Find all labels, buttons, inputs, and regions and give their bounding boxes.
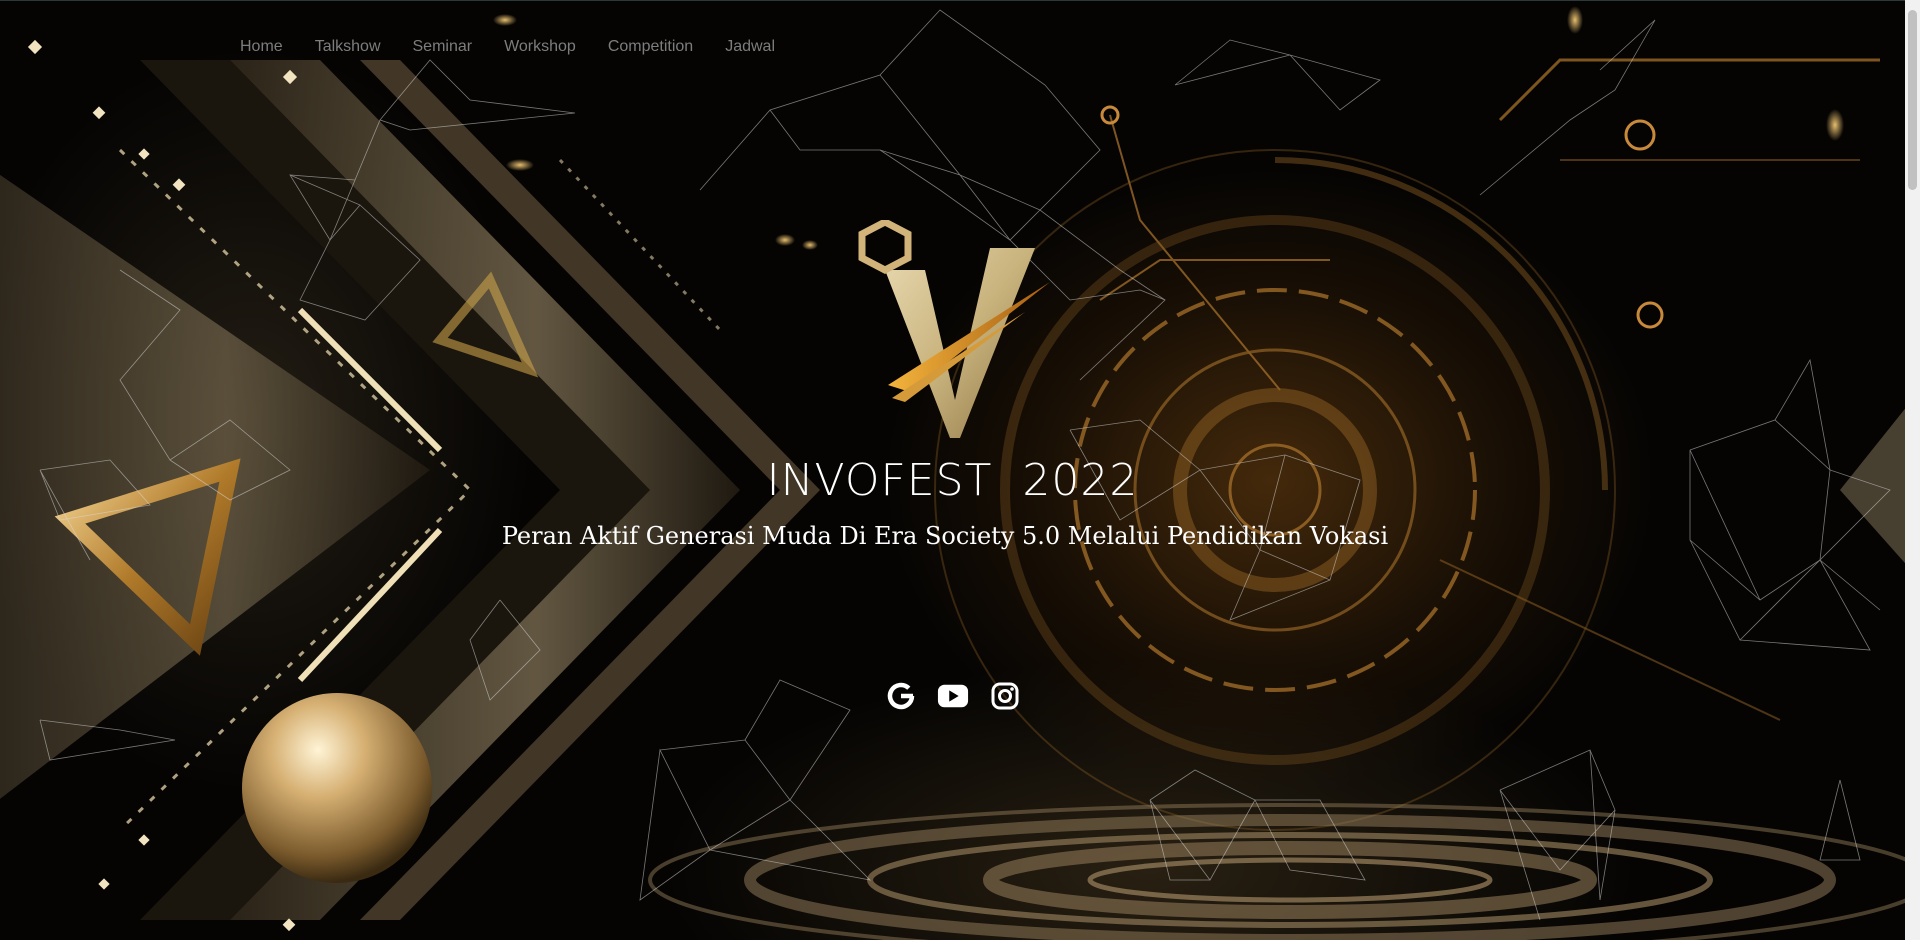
hero-section: Home Talkshow Seminar Workshop Competiti… (0, 0, 1920, 940)
nav-talkshow[interactable]: Talkshow (315, 37, 381, 57)
invofest-v-logo (850, 218, 1060, 440)
nav-competition[interactable]: Competition (608, 37, 693, 57)
scrollbar-thumb[interactable] (1908, 10, 1917, 190)
instagram-icon[interactable] (989, 680, 1021, 712)
social-links (885, 680, 1021, 712)
main-nav: Home Talkshow Seminar Workshop Competiti… (240, 37, 807, 57)
window-top-border (0, 0, 1920, 1)
nav-jadwal[interactable]: Jadwal (725, 37, 775, 57)
hero-tagline: Peran Aktif Generasi Muda Di Era Society… (501, 522, 1389, 550)
youtube-icon[interactable] (937, 680, 969, 712)
hero-title: INVOFEST 2022 (766, 455, 1139, 506)
google-icon[interactable] (885, 680, 917, 712)
nav-home[interactable]: Home (240, 37, 283, 57)
nav-workshop[interactable]: Workshop (504, 37, 576, 57)
page-scrollbar[interactable] (1905, 0, 1920, 940)
nav-seminar[interactable]: Seminar (413, 37, 473, 57)
